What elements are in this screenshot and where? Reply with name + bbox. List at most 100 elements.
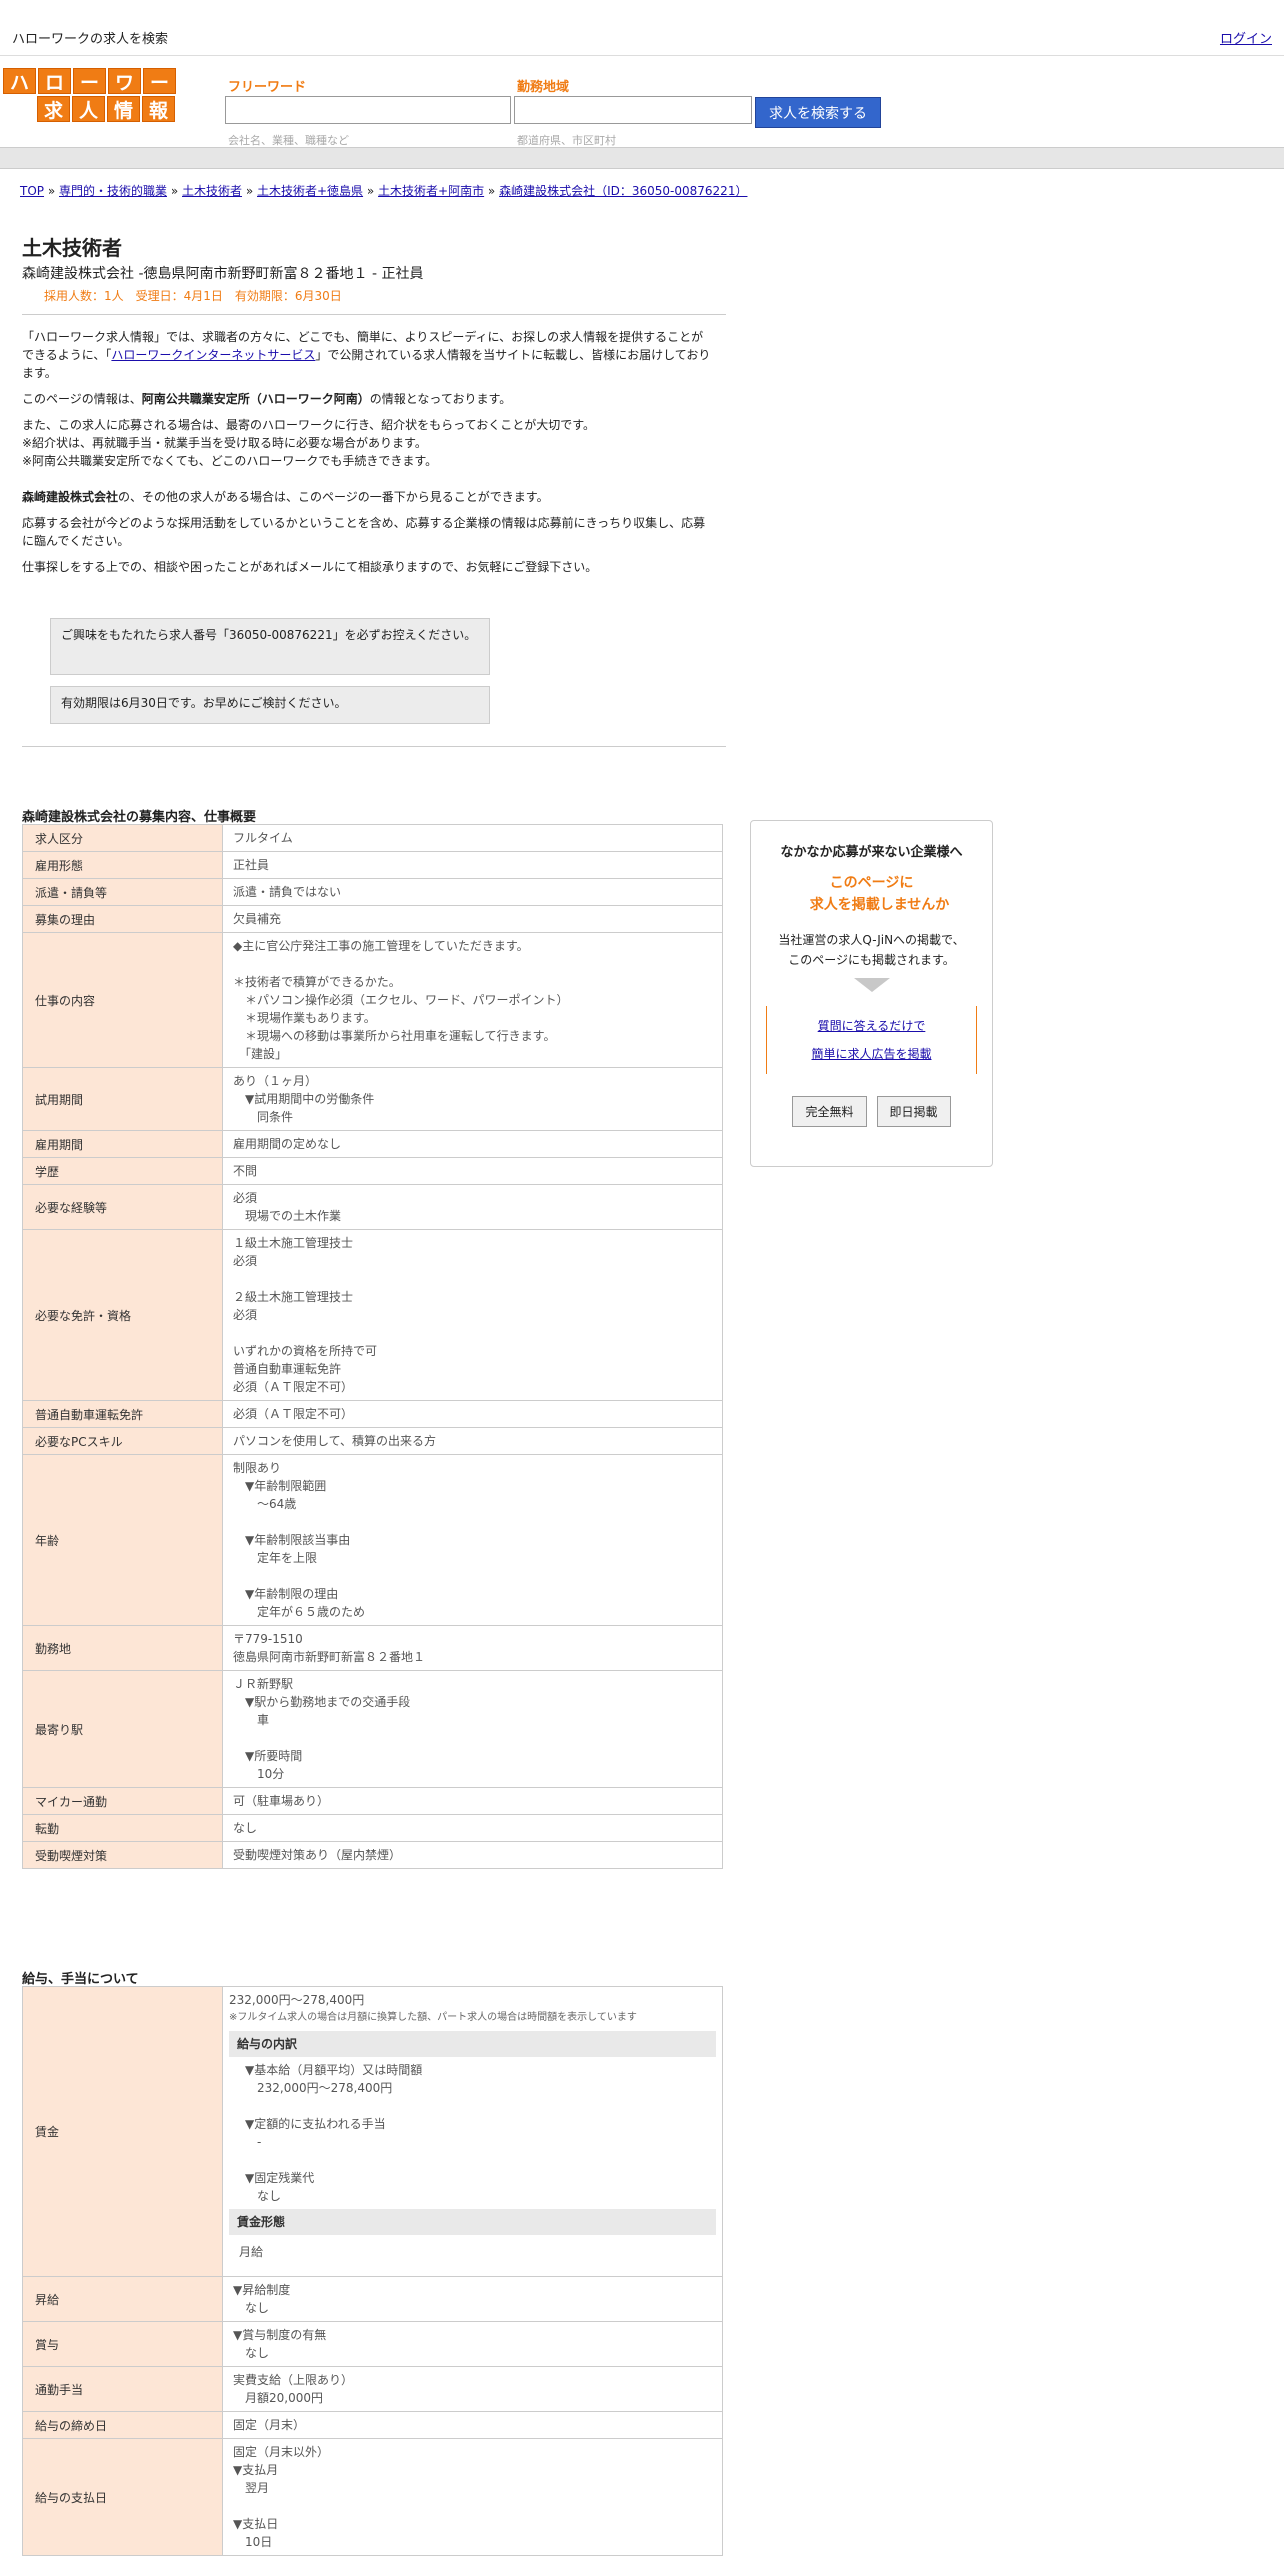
table-row: 必要なPCスキル パソコンを使用して、積算の出来る方	[22, 1427, 723, 1455]
intro-paragraph: 応募する会社が今どのような採用活動をしているかということを含め、応募する企業様の…	[22, 516, 706, 548]
breadcrumb-job-city[interactable]: 土木技術者+阿南市	[378, 184, 484, 198]
row-value: 正社員	[222, 851, 723, 879]
row-value: ＪＲ新野駅 ▼駅から勤務地までの交通手段 車 ▼所要時間 10分	[222, 1670, 723, 1788]
row-label: 募集の理由	[22, 905, 223, 933]
row-label: 求人区分	[22, 824, 223, 852]
salary-section-title: 給与、手当について	[22, 1972, 139, 1987]
job-title: 土木技術者	[22, 236, 122, 260]
free-button[interactable]: 完全無料	[792, 1096, 867, 1127]
row-label: 給与の支払日	[22, 2438, 223, 2556]
recruitment-details-table: 求人区分 フルタイム 雇用形態 正社員 派遣・請負等 派遣・請負ではない 募集の理由 欠員補充…	[22, 824, 723, 1869]
row-label: 最寄り駅	[22, 1670, 223, 1788]
row-label: 普通自動車運転免許	[22, 1400, 223, 1428]
breadcrumb-company[interactable]: 森崎建設株式会社（ID：36050-00876221）	[499, 184, 747, 198]
row-label: 必要なPCスキル	[22, 1427, 223, 1455]
table-row: 試用期間 あり（１ヶ月） ▼試用期間中の労働条件 同条件	[22, 1067, 723, 1131]
table-row: 必要な経験等 必須 現場での土木作業	[22, 1184, 723, 1230]
freeword-input[interactable]	[225, 96, 511, 124]
row-value: 雇用期間の定めなし	[222, 1130, 723, 1158]
row-value: 受動喫煙対策あり（屋内禁煙）	[222, 1841, 723, 1869]
intro-paragraph: 森崎建設株式会社の、その他の求人がある場合は、このページの一番下から見ることがで…	[22, 490, 549, 504]
wage-cell: 232,000円〜278,400円 ※フルタイム求人の場合は月額に換算した額、パ…	[222, 1986, 723, 2277]
header: ハ ロ ー ワ ー 求 人 情 報 フリーワード 会社名、業種、職種など 勤務地…	[0, 56, 1284, 147]
row-label: 派遣・請負等	[22, 878, 223, 906]
divider-bar	[0, 147, 1284, 169]
wage-range: 232,000円〜278,400円	[229, 1993, 365, 2007]
table-row: 仕事の内容 ◆主に官公庁発注工事の施工管理をしていただきます。 ＊技術者で積算がで…	[22, 932, 723, 1068]
row-label: 勤務地	[22, 1625, 223, 1671]
site-title: ハローワークの求人を検索	[12, 32, 169, 47]
wage-form-title: 賃金形態	[229, 2209, 716, 2235]
logo-char: ロ	[38, 68, 71, 94]
freeword-label: フリーワード	[228, 80, 307, 95]
row-value: ▼昇給制度 なし	[222, 2276, 723, 2322]
row-value: フルタイム	[222, 824, 723, 852]
table-row: 賃金 232,000円〜278,400円 ※フルタイム求人の場合は月額に換算した…	[22, 1986, 723, 2277]
row-label: 必要な経験等	[22, 1184, 223, 1230]
hellowork-logo[interactable]: ハ ロ ー ワ ー 求 人 情 報	[3, 68, 181, 122]
row-value: 制限あり ▼年齢制限範囲 〜64歳 ▼年齢制限該当事由 定年を上限 ▼年齢制限の…	[222, 1454, 723, 1626]
hellowork-internet-link[interactable]: ハローワークインターネットサービス	[111, 348, 315, 362]
area-hint: 都道府県、市区町村	[517, 134, 616, 147]
recruitment-section-title: 森崎建設株式会社の募集内容、仕事概要	[22, 810, 257, 825]
row-label: 試用期間	[22, 1067, 223, 1131]
table-row: 求人区分 フルタイム	[22, 824, 723, 852]
row-label: 通勤手当	[22, 2366, 223, 2412]
expiry-notice: 有効期限は6月30日です。お早めにご検討ください。	[50, 686, 490, 724]
breadcrumb-job[interactable]: 土木技術者	[182, 184, 242, 198]
row-value: パソコンを使用して、積算の出来る方	[222, 1427, 723, 1455]
login-link[interactable]: ログイン	[1220, 28, 1272, 47]
table-row: 給与の締め日 固定（月末）	[22, 2411, 723, 2439]
row-value: あり（１ヶ月） ▼試用期間中の労働条件 同条件	[222, 1067, 723, 1131]
table-row: 必要な免許・資格 １級土木施工管理技士 必須 ２級土木施工管理技士 必須 いずれか…	[22, 1229, 723, 1401]
row-label: 転勤	[22, 1814, 223, 1842]
row-value: 派遣・請負ではない	[222, 878, 723, 906]
row-value: 固定（月末）	[222, 2411, 723, 2439]
intro-paragraph: ※阿南公共職業安定所でなくても、どこのハローワークでも手続きできます。	[22, 454, 438, 468]
breadcrumb-category[interactable]: 専門的・技術的職業	[59, 184, 167, 198]
row-label: 雇用期間	[22, 1130, 223, 1158]
row-value: 〒779-1510 徳島県阿南市新野町新富８２番地１	[222, 1625, 723, 1671]
wage-breakdown: ▼基本給（月額平均）又は時間額 232,000円〜278,400円 ▼定額的に支…	[245, 2063, 423, 2203]
intro-paragraph: 「ハローワーク求人情報」では、求職者の方々に、どこでも、簡単に、よりスピーディに…	[22, 330, 711, 380]
wage-note: ※フルタイム求人の場合は月額に換算した額、パート求人の場合は時間額を表示していま…	[229, 2012, 637, 2023]
intro-paragraph: ※紹介状は、再就職手当・就業手当を受け取る時に必要な場合があります。	[22, 436, 427, 450]
advertise-link-questions[interactable]: 質問に答えるだけで	[767, 1012, 976, 1040]
logo-char: ワ	[108, 68, 141, 94]
row-value: ▼賞与制度の有無 なし	[222, 2321, 723, 2367]
row-label: マイカー通勤	[22, 1787, 223, 1815]
logo-char: 情	[107, 96, 140, 122]
row-value: 欠員補充	[222, 905, 723, 933]
row-label: 学歴	[22, 1157, 223, 1185]
table-row: 転勤 なし	[22, 1814, 723, 1842]
row-label: 仕事の内容	[22, 932, 223, 1068]
table-row: 給与の支払日 固定（月末以外） ▼支払月 翌月 ▼支払日 10日	[22, 2438, 723, 2556]
row-label: 雇用形態	[22, 851, 223, 879]
logo-char: ー	[73, 68, 106, 94]
row-label: 昇給	[22, 2276, 223, 2322]
advertise-links: 質問に答えるだけで 簡単に求人広告を掲載	[766, 1006, 977, 1074]
freeword-hint: 会社名、業種、職種など	[228, 134, 349, 147]
logo-char: 求	[37, 96, 70, 122]
table-row: 普通自動車運転免許 必須（ＡＴ限定不可）	[22, 1400, 723, 1428]
advertise-link-post[interactable]: 簡単に求人広告を掲載	[767, 1040, 976, 1068]
row-value: 不問	[222, 1157, 723, 1185]
table-row: 通勤手当 実費支給（上限あり） 月額20,000円	[22, 2366, 723, 2412]
table-row: 勤務地 〒779-1510 徳島県阿南市新野町新富８２番地１	[22, 1625, 723, 1671]
area-input[interactable]	[514, 96, 752, 124]
search-button[interactable]: 求人を検索する	[755, 97, 881, 128]
wage-breakdown-title: 給与の内訳	[229, 2031, 716, 2057]
table-row: 募集の理由 欠員補充	[22, 905, 723, 933]
logo-char: ー	[143, 68, 176, 94]
row-value: 実費支給（上限あり） 月額20,000円	[222, 2366, 723, 2412]
breadcrumb-job-pref[interactable]: 土木技術者+徳島県	[257, 184, 363, 198]
breadcrumb-top[interactable]: TOP	[20, 184, 44, 198]
table-row: 受動喫煙対策 受動喫煙対策あり（屋内禁煙）	[22, 1841, 723, 1869]
row-value: 必須 現場での土木作業	[222, 1184, 723, 1230]
same-day-button[interactable]: 即日掲載	[876, 1096, 951, 1127]
row-label: 給与の締め日	[22, 2411, 223, 2439]
logo-char: ハ	[3, 68, 36, 94]
advertise-catch: このページに 求人を掲載しませんか	[809, 875, 950, 913]
area-label: 勤務地域	[517, 80, 570, 95]
intro-paragraph: また、この求人に応募される場合は、最寄のハローワークに行き、紹介状をもらっておく…	[22, 418, 596, 432]
